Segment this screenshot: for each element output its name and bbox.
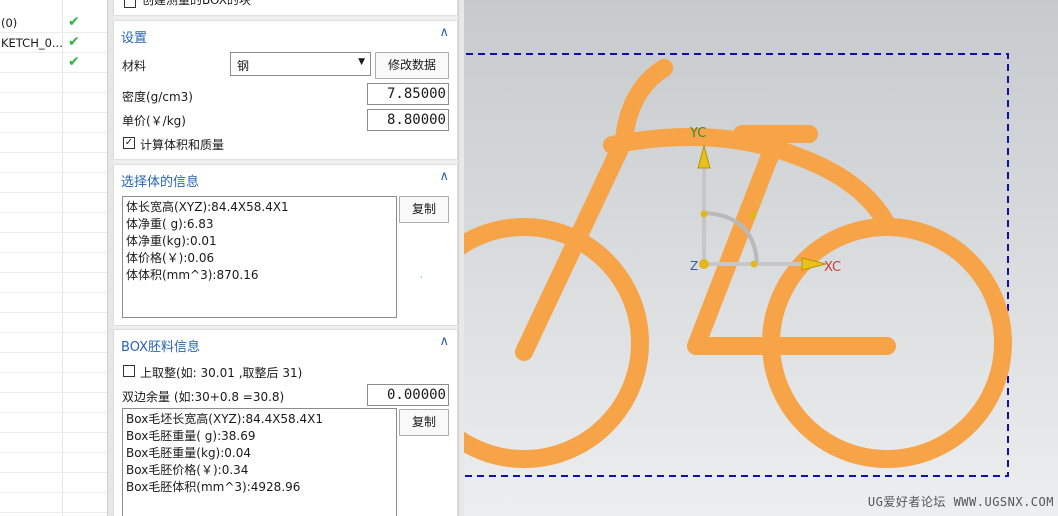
chevron-down-icon: ▼ <box>358 57 365 67</box>
tree-row-label: KETCH_0... <box>1 36 63 50</box>
part-navigator-tree: (0) ✔ KETCH_0... ✔ ✔ <box>0 0 107 516</box>
body-info-header[interactable]: 选择体的信息 <box>121 171 199 190</box>
tree-row[interactable]: KETCH_0... ✔ <box>0 33 107 53</box>
tree-row[interactable]: (0) ✔ <box>0 13 107 33</box>
box-stock-header[interactable]: BOX胚料信息 <box>121 336 200 355</box>
collapse-caret-icon[interactable]: ∧ <box>439 169 449 184</box>
box-stock-section: BOX胚料信息 ∧ 上取整(如: 30.01 ,取整后 31) 双边余量 (如:… <box>113 329 458 516</box>
round-up-label: 上取整(如: 30.01 ,取整后 31) <box>140 366 303 380</box>
yc-axis-label: YC <box>689 126 706 141</box>
margin-input[interactable]: 0.00000 <box>367 384 449 406</box>
check-icon: ✔ <box>68 14 80 30</box>
tree-row[interactable]: ✔ <box>0 53 107 73</box>
settings-header[interactable]: 设置 <box>121 27 147 46</box>
tree-row[interactable] <box>0 373 107 393</box>
down-tube <box>687 131 896 355</box>
tree-row[interactable] <box>0 273 107 293</box>
tree-row[interactable] <box>0 333 107 353</box>
origin-handle[interactable] <box>699 259 709 269</box>
create-box-section: 创建测量的BOX的块 <box>113 0 458 16</box>
tree-row[interactable] <box>0 493 107 513</box>
collapse-caret-icon[interactable]: ∧ <box>439 334 449 349</box>
tree-row[interactable] <box>0 173 107 193</box>
tree-row[interactable] <box>0 473 107 493</box>
model-canvas: YC XC Z <box>464 53 1012 477</box>
y-axis-arrow[interactable] <box>697 144 711 169</box>
create-box-label: 创建测量的BOX的块 <box>142 0 251 7</box>
tree-row[interactable] <box>0 293 107 313</box>
round-up-checkbox[interactable] <box>123 365 135 377</box>
body-info-textarea[interactable]: 体长宽高(XYZ):84.4X58.4X1 体净重( g):6.83 体净重(k… <box>122 196 397 318</box>
modify-data-button[interactable]: 修改数据 <box>375 52 449 79</box>
material-select[interactable]: 钢 ▼ <box>230 52 371 76</box>
copy-body-info-button[interactable]: 复制 <box>399 196 449 223</box>
tree-row[interactable] <box>0 433 107 453</box>
material-label: 材料 <box>122 59 147 73</box>
xc-axis-label: XC <box>824 260 841 275</box>
calc-volume-checkbox[interactable]: ✓ <box>123 137 135 149</box>
watermark-text: UG爱好者论坛 WWW.UGSNX.COM <box>867 495 1054 509</box>
margin-label: 双边余量 (如:30+0.8 =30.8) <box>122 390 285 404</box>
tree-row[interactable] <box>0 93 107 113</box>
tree-row[interactable] <box>0 213 107 233</box>
check-icon: ✔ <box>68 34 80 50</box>
price-label: 单价(￥/kg) <box>122 114 186 128</box>
copy-box-info-button[interactable]: 复制 <box>399 409 449 436</box>
tree-row[interactable] <box>0 313 107 333</box>
price-input[interactable]: 8.80000 <box>367 109 449 131</box>
tree-row[interactable] <box>0 193 107 213</box>
tree-row-label: (0) <box>1 16 18 30</box>
y-handle[interactable] <box>700 210 708 218</box>
graphics-viewport[interactable]: YC XC Z UG爱好者论坛 WWW.UGSNX.COM <box>464 0 1058 516</box>
dot-marker: · <box>420 273 423 282</box>
tree-row[interactable] <box>0 73 107 93</box>
seat-tube <box>515 131 633 361</box>
tree-row[interactable] <box>0 453 107 473</box>
density-label: 密度(g/cm3) <box>122 90 193 104</box>
tree-row[interactable] <box>0 153 107 173</box>
seat-post <box>615 59 673 149</box>
density-input[interactable]: 7.85000 <box>367 83 449 105</box>
material-select-value: 钢 <box>237 59 250 73</box>
tree-row[interactable] <box>0 353 107 373</box>
measure-box-dialog: 创建测量的BOX的块 设置 ∧ 材料 钢 ▼ 修改数据 密度(g/cm3) 7.… <box>113 0 458 516</box>
body-info-section: 选择体的信息 ∧ 体长宽高(XYZ):84.4X58.4X1 体净重( g):6… <box>113 164 458 326</box>
tree-row[interactable] <box>0 233 107 253</box>
z-axis-label: Z <box>690 259 698 273</box>
tree-row[interactable] <box>0 113 107 133</box>
calc-volume-label: 计算体积和质量 <box>140 138 225 152</box>
tree-row[interactable] <box>0 413 107 433</box>
collapse-caret-icon[interactable]: ∧ <box>439 25 449 40</box>
check-icon: ✔ <box>68 54 80 70</box>
tree-row[interactable] <box>0 253 107 273</box>
tree-row[interactable] <box>0 393 107 413</box>
create-box-checkbox[interactable] <box>124 0 136 8</box>
settings-section: 设置 ∧ 材料 钢 ▼ 修改数据 密度(g/cm3) 7.85000 单价(￥/… <box>113 20 458 160</box>
tree-row[interactable] <box>0 133 107 153</box>
box-info-textarea[interactable]: Box毛坯长宽高(XYZ):84.4X58.4X1 Box毛胚重量( g):38… <box>122 408 397 516</box>
x-handle[interactable] <box>750 260 758 268</box>
rotate-handle[interactable] <box>749 211 757 219</box>
rear-wheel <box>464 218 649 468</box>
